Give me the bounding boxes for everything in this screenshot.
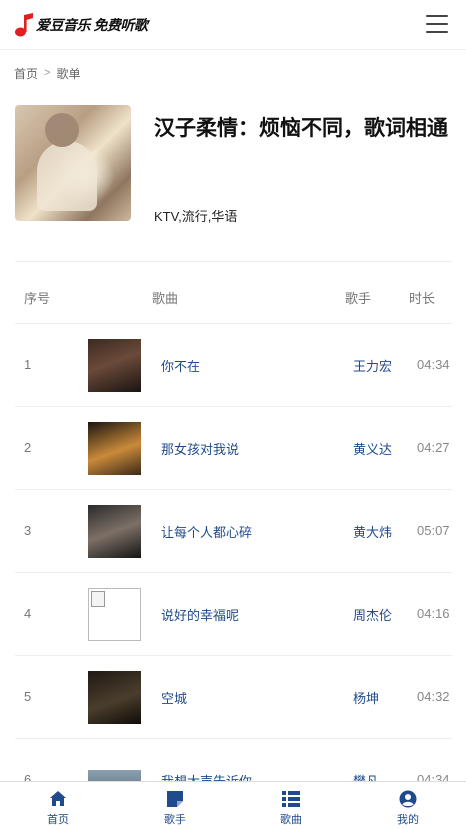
breadcrumb-current: 歌单	[56, 66, 81, 81]
hamburger-menu-icon[interactable]	[426, 15, 448, 33]
artist-link[interactable]: 周杰伦	[353, 605, 392, 624]
song-link[interactable]: 你不在	[161, 356, 200, 375]
table-row: 2 那女孩对我说 黄义达 04:27	[15, 407, 452, 490]
artist-link[interactable]: 王力宏	[353, 356, 392, 375]
song-link[interactable]: 那女孩对我说	[161, 439, 239, 458]
artist-link[interactable]: 黄义达	[353, 439, 392, 458]
site-logo[interactable]: 爱豆音乐 免费听歌	[14, 12, 148, 38]
playlist-title: 汉子柔情：烦恼不同，歌词相通	[154, 117, 448, 140]
breadcrumb: 首页 > 歌单	[14, 64, 80, 82]
row-index: 3	[24, 523, 32, 538]
header-song: 歌曲	[152, 291, 179, 306]
chevron-right-icon: >	[44, 67, 51, 79]
table-row: 1 你不在 王力宏 04:34	[15, 324, 452, 407]
breadcrumb-home-link[interactable]: 首页	[14, 65, 38, 82]
song-duration: 04:27	[417, 440, 450, 455]
song-duration: 04:34	[417, 357, 450, 372]
user-profile-icon	[399, 790, 417, 808]
album-thumbnail[interactable]	[88, 339, 141, 392]
song-table: 序号 歌曲 歌手 时长 1 你不在 王力宏 04:34 2 那女孩对我说 黄义达…	[15, 261, 452, 822]
row-index: 2	[24, 440, 32, 455]
song-link[interactable]: 空城	[161, 688, 187, 707]
album-thumbnail[interactable]	[88, 671, 141, 724]
table-row: 4 说好的幸福呢 周杰伦 04:16	[15, 573, 452, 656]
song-duration: 05:07	[417, 523, 450, 538]
song-list-icon	[282, 791, 300, 807]
album-thumbnail[interactable]	[88, 588, 141, 641]
tab-mine[interactable]: 我的	[368, 782, 448, 829]
tab-singer[interactable]: 歌手	[135, 782, 215, 829]
album-thumbnail[interactable]	[88, 505, 141, 558]
table-row: 3 让每个人都心碎 黄大炜 05:07	[15, 490, 452, 573]
song-duration: 04:32	[417, 689, 450, 704]
table-header: 序号 歌曲 歌手 时长	[15, 262, 452, 324]
bottom-tab-bar: 首页 歌手 歌曲 我的	[0, 781, 466, 829]
app-header: 爱豆音乐 免费听歌	[0, 0, 466, 50]
logo-text: 爱豆音乐 免费听歌	[36, 17, 148, 33]
artist-link[interactable]: 杨坤	[353, 688, 379, 707]
tab-songs-label: 歌曲	[280, 814, 302, 826]
row-index: 4	[24, 606, 32, 621]
playlist-cover	[15, 105, 131, 221]
table-row: 5 空城 杨坤 04:32	[15, 656, 452, 739]
singer-icon	[167, 791, 183, 807]
tab-songs[interactable]: 歌曲	[251, 782, 331, 829]
tab-home-label: 首页	[47, 814, 69, 826]
tab-singer-label: 歌手	[164, 814, 186, 826]
tab-home[interactable]: 首页	[18, 782, 98, 829]
tab-mine-label: 我的	[397, 814, 419, 826]
music-note-icon	[15, 13, 33, 37]
artist-link[interactable]: 黄大炜	[353, 522, 392, 541]
header-artist: 歌手	[345, 291, 372, 306]
row-index: 1	[24, 357, 32, 372]
broken-image-icon	[91, 591, 105, 607]
song-link[interactable]: 说好的幸福呢	[161, 605, 239, 624]
header-index: 序号	[24, 291, 51, 306]
playlist-tags: KTV,流行,华语	[154, 209, 238, 224]
album-thumbnail[interactable]	[88, 422, 141, 475]
home-icon	[50, 791, 66, 806]
song-link[interactable]: 让每个人都心碎	[161, 522, 252, 541]
song-duration: 04:16	[417, 606, 450, 621]
row-index: 5	[24, 689, 32, 704]
header-duration: 时长	[409, 291, 436, 306]
